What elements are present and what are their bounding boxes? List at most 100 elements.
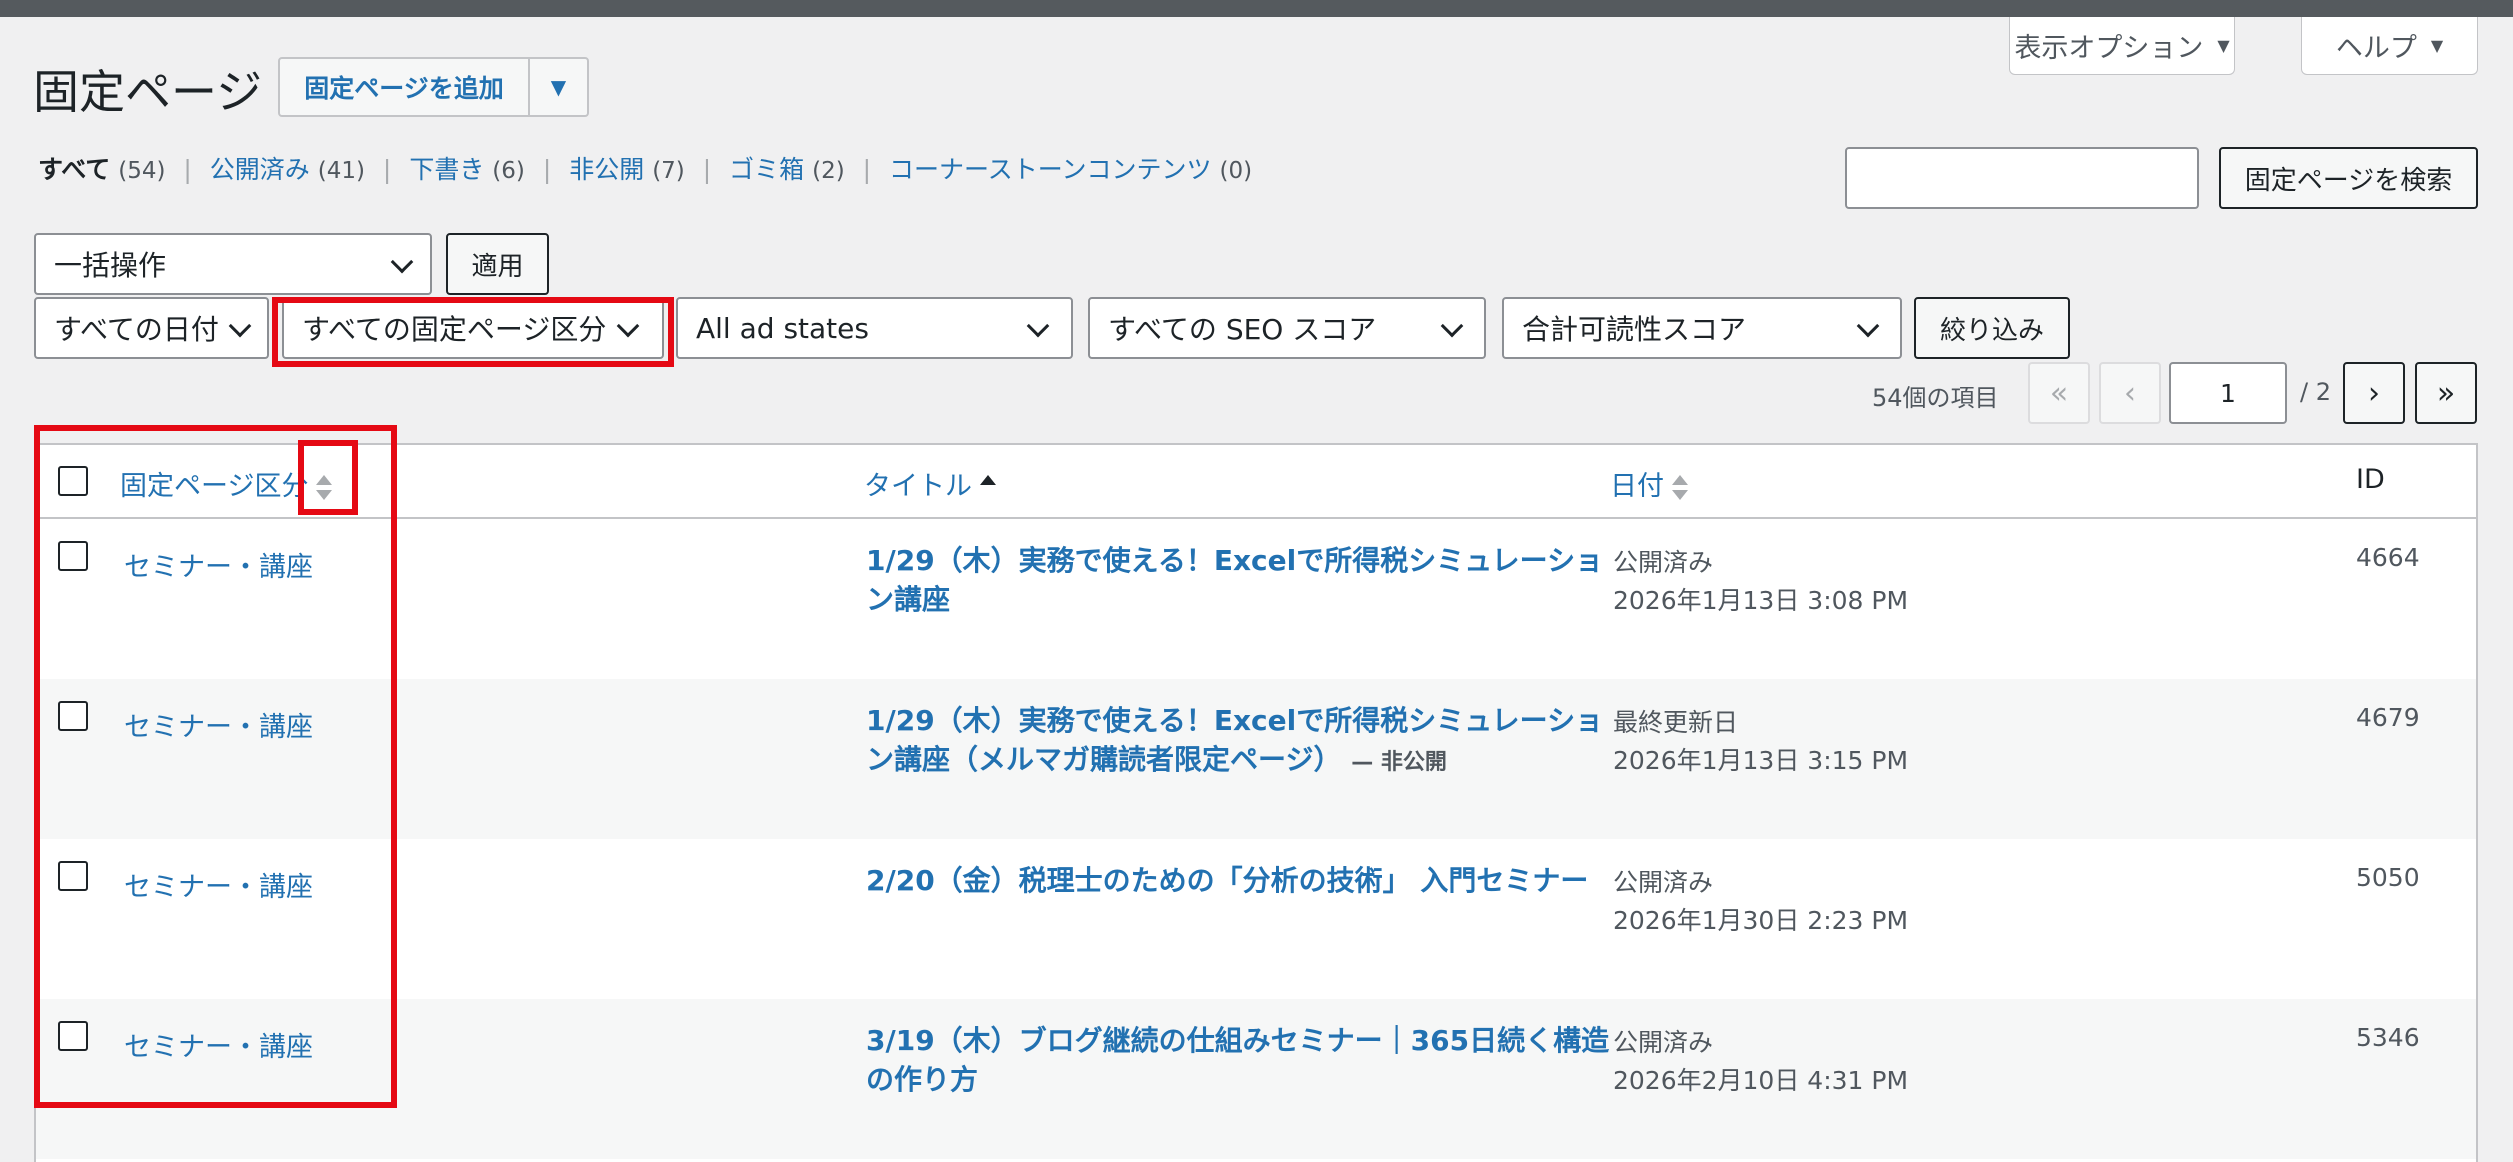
filter-button[interactable]: 絞り込み <box>1914 297 2070 359</box>
view-draft-link[interactable]: 下書き <box>409 155 484 184</box>
row-id: 4679 <box>2356 703 2420 732</box>
row-title-container: 3/19（木）ブログ継続の仕組みセミナー｜365日続く構造の作り方 <box>866 1021 1611 1099</box>
view-all-count: (54) <box>118 158 166 184</box>
view-private-link[interactable]: 非公開 <box>569 155 644 184</box>
column-header-title[interactable]: タイトル <box>864 464 998 503</box>
sort-icon <box>1672 473 1690 503</box>
chevron-down-icon <box>1440 314 1464 338</box>
row-title-container: 2/20（金）税理士のための「分析の技術」 入門セミナー <box>866 861 1611 900</box>
view-filter-links: すべて (54) | 公開済み (41) | 下書き (6) | 非公開 (7)… <box>38 150 1252 186</box>
ad-states-filter-value: All ad states <box>696 311 869 345</box>
search-pages-button[interactable]: 固定ページを検索 <box>2219 147 2478 209</box>
first-page-button: « <box>2028 362 2090 424</box>
row-checkbox[interactable] <box>58 541 88 571</box>
row-checkbox[interactable] <box>58 861 88 891</box>
chevron-down-icon <box>1856 314 1880 338</box>
next-page-button[interactable]: › <box>2343 362 2405 424</box>
select-all-checkbox[interactable] <box>58 466 88 496</box>
row-status: 公開済み <box>1613 548 1714 577</box>
view-published-link[interactable]: 公開済み <box>210 155 310 184</box>
column-header-date[interactable]: 日付 <box>1610 464 1690 503</box>
seo-score-filter-value: すべての SEO スコア <box>1108 313 1377 346</box>
row-id: 5050 <box>2356 863 2420 892</box>
date-filter-select[interactable]: すべての日付 <box>34 297 269 359</box>
row-status: 公開済み <box>1613 868 1714 897</box>
view-private-count: (7) <box>652 158 685 184</box>
view-draft-count: (6) <box>492 158 525 184</box>
search-input[interactable] <box>1845 147 2199 209</box>
column-date-label: 日付 <box>1610 471 1664 502</box>
separator: | <box>382 155 392 184</box>
sort-icon[interactable] <box>316 473 334 503</box>
current-page-input[interactable]: 1 <box>2169 362 2287 424</box>
pages-table: 固定ページ区分 タイトル 日付 ID セミナー・講座 1/29（木）実務で使える… <box>34 443 2478 1162</box>
sort-ascending-icon <box>980 473 998 503</box>
column-header-category[interactable]: 固定ページ区分 <box>120 464 334 503</box>
view-cornerstone-count: (0) <box>1219 158 1253 184</box>
row-checkbox[interactable] <box>58 701 88 731</box>
page-category-filter-value: すべての固定ページ区分 <box>302 313 607 346</box>
row-title-link[interactable]: 1/29（木）実務で使える！Excelで所得税シミュレーション講座（メルマガ購読… <box>866 704 1603 776</box>
row-status: 公開済み <box>1613 1028 1714 1057</box>
row-category-link[interactable]: セミナー・講座 <box>124 705 313 744</box>
readability-filter-select[interactable]: 合計可読性スコア <box>1502 297 1902 359</box>
row-id: 5346 <box>2356 1023 2420 1052</box>
bulk-action-select[interactable]: 一括操作 <box>34 233 432 295</box>
chevron-down-icon <box>1026 314 1050 338</box>
row-category-link[interactable]: セミナー・講座 <box>124 865 313 904</box>
column-category-label: 固定ページ区分 <box>120 471 309 502</box>
page-category-filter-select[interactable]: すべての固定ページ区分 <box>282 297 664 359</box>
column-header-id: ID <box>2356 464 2385 495</box>
table-row: セミナー・講座 1/29（木）実務で使える！Excelで所得税シミュレーション講… <box>36 679 2476 839</box>
screen-options-tab[interactable]: 表示オプション ▼ <box>2009 17 2235 75</box>
separator: | <box>183 155 192 184</box>
help-label: ヘルプ <box>2335 33 2417 64</box>
row-title-link[interactable]: 1/29（木）実務で使える！Excelで所得税シミュレーション講座 <box>866 544 1603 616</box>
admin-top-bar <box>0 0 2513 17</box>
date-filter-value: すべての日付 <box>54 313 219 346</box>
table-row: セミナー・講座 1/29（木）実務で使える！Excelで所得税シミュレーション講… <box>36 519 2476 679</box>
caret-down-icon: ▼ <box>2217 36 2230 55</box>
bulk-action-value: 一括操作 <box>54 249 167 282</box>
column-title-label: タイトル <box>864 471 972 502</box>
help-tab[interactable]: ヘルプ ▼ <box>2301 17 2478 75</box>
separator: | <box>542 155 552 184</box>
caret-down-icon: ▼ <box>2430 36 2444 55</box>
row-checkbox[interactable] <box>58 1021 88 1051</box>
row-date: 2026年2月10日 4:31 PM <box>1613 1066 1909 1095</box>
row-title-container: 1/29（木）実務で使える！Excelで所得税シミュレーション講座 <box>866 541 1611 619</box>
row-date: 2026年1月30日 2:23 PM <box>1613 906 1909 935</box>
screen-options-label: 表示オプション <box>2014 33 2204 64</box>
table-header: 固定ページ区分 タイトル 日付 ID <box>36 445 2476 519</box>
ad-states-filter-select[interactable]: All ad states <box>676 297 1073 359</box>
separator: | <box>702 155 712 184</box>
chevron-down-icon: ▼ <box>550 75 567 99</box>
row-post-state: — 非公開 <box>1351 750 1447 775</box>
row-title-container: 1/29（木）実務で使える！Excelで所得税シミュレーション講座（メルマガ購読… <box>866 701 1611 782</box>
row-id: 4664 <box>2356 543 2420 572</box>
row-title-link[interactable]: 3/19（木）ブログ継続の仕組みセミナー｜365日続く構造の作り方 <box>866 1024 1609 1096</box>
add-page-button[interactable]: 固定ページを追加 <box>278 57 530 117</box>
view-cornerstone-link[interactable]: コーナーストーンコンテンツ <box>889 155 1212 184</box>
view-trash-link[interactable]: ゴミ箱 <box>729 155 804 184</box>
items-count: 54個の項目 <box>1872 384 1999 412</box>
chevron-down-icon <box>228 314 252 338</box>
row-category-link[interactable]: セミナー・講座 <box>124 545 313 584</box>
row-title-link[interactable]: 2/20（金）税理士のための「分析の技術」 入門セミナー <box>866 864 1588 897</box>
row-category-link[interactable]: セミナー・講座 <box>124 1025 313 1064</box>
row-date: 2026年1月13日 3:15 PM <box>1613 746 1909 775</box>
table-row: セミナー・講座 2/20（金）税理士のための「分析の技術」 入門セミナー 公開済… <box>36 839 2476 999</box>
apply-button[interactable]: 適用 <box>446 233 549 295</box>
table-row: セミナー・講座 3/19（木）ブログ継続の仕組みセミナー｜365日続く構造の作り… <box>36 999 2476 1159</box>
view-trash-count: (2) <box>812 158 845 184</box>
add-page-dropdown-toggle[interactable]: ▼ <box>528 57 589 117</box>
prev-page-button: ‹ <box>2099 362 2161 424</box>
separator: | <box>862 155 872 184</box>
page-title: 固定ページ <box>33 65 263 119</box>
last-page-button[interactable]: » <box>2415 362 2477 424</box>
row-status: 最終更新日 <box>1613 708 1739 737</box>
view-published-count: (41) <box>317 158 365 184</box>
readability-filter-value: 合計可読性スコア <box>1522 313 1747 346</box>
view-all-link[interactable]: すべて <box>38 155 110 184</box>
seo-score-filter-select[interactable]: すべての SEO スコア <box>1088 297 1486 359</box>
